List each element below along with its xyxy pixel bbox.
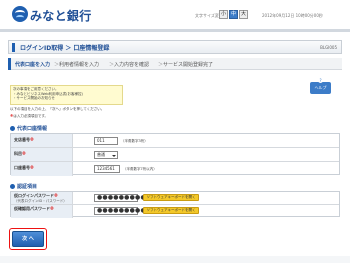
account-form-table: 支店番号※ 011 （半角数字3桁） 科目※ 普通 口座番号※ 1234561 … [10,133,340,176]
instructions: 以下の項目を入力の上、「次へ」ボタンを押してください。 [10,107,105,111]
account-type-select[interactable]: 普通 [94,151,118,159]
step-1-current: 代表口座を入力 [15,62,51,68]
software-keyboard-button[interactable]: ソフトウェアキーボードを開く [143,207,199,214]
page-title-bar: ログインID取得 ＞ 口座情報登録 BLGI005 [8,40,342,54]
temp-confirm-password-input[interactable]: ●●●●●●●●● [94,207,146,215]
account-number-input[interactable]: 1234561 [94,165,120,173]
step-2: 利用者情報を入力 [59,62,100,68]
account-type-row: 科目※ 普通 [11,148,339,162]
section-auth-heading: 認証項目 [10,183,340,191]
bullet-icon [10,126,15,131]
required-note-text: は入力必須項目です。 [13,114,49,118]
field-label: 仮確認用パスワード※ [11,205,73,218]
bank-logo-icon [12,6,28,22]
temp-login-password-input[interactable]: ●●●●●●●●● [94,194,146,202]
header-divider [0,29,350,32]
field-label: 科目※ [11,148,73,161]
temp-confirm-password-row: 仮確認用パスワード※ ●●●●●●●●● ソフトウェアキーボードを開く [11,205,339,218]
field-label: 仮ログインパスワード※ （代表ログインID・パスワード） [11,192,73,204]
account-number-row: 口座番号※ 1234561 （半角数字7桁以内） [11,162,339,176]
help-button[interactable]: ヘルプ [310,78,331,94]
required-note: ※は入力必須項目です。 [10,114,48,119]
step-3: 入力内容を確認 [114,62,150,68]
font-size-large-button[interactable]: 大 [239,10,248,19]
login-time: 2012年09月12日 10時00分00秒 [262,13,323,18]
chevron-down-icon [112,153,116,158]
screen-id: BLGI005 [320,45,337,50]
field-label: 口座番号※ [11,162,73,176]
branch-number-row: 支店番号※ 011 （半角数字3桁） [11,134,339,148]
account-number-hint: （半角数字7桁以内） [123,167,157,171]
notice-line: ・サービス開始のお知らせ [13,96,55,100]
header: みなと銀行 文字サイズ変更 小 中 大 2012年09月12日 10時00分00… [0,0,350,34]
page-title: ログインID取得 ＞ 口座情報登録 [20,45,110,52]
footer-band [0,256,350,263]
section-title: 認証項目 [17,184,38,190]
font-size-small-button[interactable]: 小 [219,10,228,19]
section-account-heading: 代表口座情報 [10,125,340,133]
bank-name: みなと銀行 [30,9,92,23]
bullet-icon [10,184,15,189]
auth-form-table: 仮ログインパスワード※ （代表ログインID・パスワード） ●●●●●●●●● ソフ… [10,191,340,218]
step-indicator: 代表口座を入力 ＞ 利用者情報を入力 ＞ 入力内容を確認 ＞ サービス開始登録完… [8,58,342,70]
step-4: サービス開始登録完了 [163,62,214,68]
branch-number-input[interactable]: 011 [94,137,118,145]
font-size-medium-button[interactable]: 中 [229,10,238,19]
temp-login-password-row: 仮ログインパスワード※ （代表ログインID・パスワード） ●●●●●●●●● ソフ… [11,192,339,205]
software-keyboard-button[interactable]: ソフトウェアキーボードを開く [143,194,199,201]
branch-number-hint: （半角数字3桁） [121,139,148,143]
field-label: 支店番号※ [11,134,73,147]
next-button[interactable]: 次 へ [12,231,44,247]
section-title: 代表口座情報 [17,126,48,132]
notice-box: 次の事項をご用意ください。 ・みなとビジネスWeb利用申込書(お客様控) ・サー… [10,85,123,105]
